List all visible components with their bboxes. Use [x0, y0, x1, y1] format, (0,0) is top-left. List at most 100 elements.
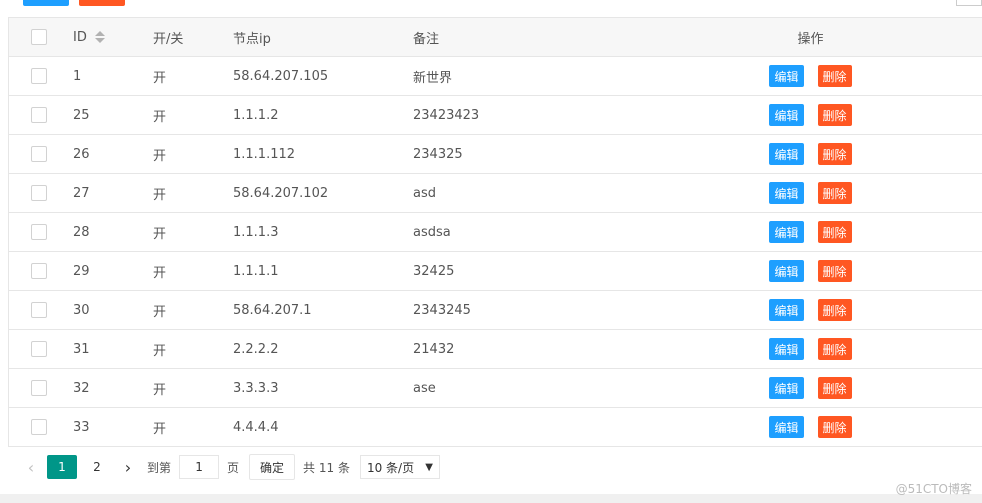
- table-row: 28 开 1.1.1.3 asdsa 编辑 删除: [9, 213, 982, 252]
- edit-button[interactable]: 编辑: [769, 104, 804, 126]
- row-actions: 编辑 删除: [638, 291, 982, 329]
- header-checkbox-cell: [9, 18, 58, 56]
- row-checkbox-cell: [9, 135, 58, 173]
- row-ip: 4.4.4.4: [233, 419, 279, 435]
- confirm-button[interactable]: 确定: [249, 454, 296, 480]
- row-checkbox[interactable]: [30, 68, 47, 84]
- row-actions: 编辑 删除: [638, 252, 982, 290]
- row-checkbox-cell: [9, 57, 58, 95]
- goto-page-input[interactable]: 1: [179, 455, 220, 479]
- edit-button[interactable]: 编辑: [769, 416, 804, 438]
- row-actions: 编辑 删除: [638, 369, 982, 407]
- edit-button[interactable]: 编辑: [769, 182, 804, 204]
- row-id: 25: [73, 107, 90, 123]
- table-row: 29 开 1.1.1.1 32425 编辑 删除: [9, 252, 982, 291]
- edit-button[interactable]: 编辑: [769, 338, 804, 360]
- edit-button[interactable]: 编辑: [769, 260, 804, 282]
- row-checkbox[interactable]: [30, 185, 47, 201]
- header-id[interactable]: ID: [58, 18, 138, 56]
- delete-button[interactable]: 删除: [817, 416, 852, 438]
- row-checkbox[interactable]: [30, 380, 47, 396]
- top-add-button[interactable]: [23, 0, 69, 6]
- row-note: asdsa: [413, 224, 451, 240]
- table-row: 30 开 58.64.207.1 2343245 编辑 删除: [9, 291, 982, 330]
- top-right-toolbar[interactable]: [956, 0, 982, 6]
- delete-button[interactable]: 删除: [817, 338, 852, 360]
- page-1-button[interactable]: 1: [47, 455, 77, 479]
- row-id: 28: [73, 224, 90, 240]
- header-ops: 操作: [797, 31, 824, 47]
- row-id: 29: [73, 263, 90, 279]
- row-switch: 开: [153, 70, 167, 86]
- row-switch: 开: [153, 187, 167, 203]
- row-checkbox-cell: [9, 213, 58, 251]
- edit-button[interactable]: 编辑: [769, 65, 804, 87]
- row-actions: 编辑 删除: [638, 174, 982, 212]
- per-page-select[interactable]: 10 条/页 ▼: [359, 455, 440, 479]
- row-checkbox[interactable]: [30, 302, 47, 318]
- delete-button[interactable]: 删除: [817, 65, 852, 87]
- row-switch: 开: [153, 265, 167, 281]
- row-switch: 开: [153, 109, 167, 125]
- delete-button[interactable]: 删除: [817, 299, 852, 321]
- row-actions: 编辑 删除: [638, 408, 982, 446]
- row-checkbox-cell: [9, 174, 58, 212]
- goto-label: 到第: [147, 460, 172, 475]
- row-checkbox[interactable]: [30, 107, 47, 123]
- page-2-button[interactable]: 2: [82, 455, 112, 479]
- select-all-checkbox[interactable]: [30, 29, 47, 45]
- table-row: 32 开 3.3.3.3 ase 编辑 删除: [9, 369, 982, 408]
- row-checkbox-cell: [9, 96, 58, 134]
- edit-button[interactable]: 编辑: [769, 221, 804, 243]
- row-note: 23423423: [413, 107, 480, 123]
- row-switch: 开: [153, 343, 167, 359]
- row-ip: 1.1.1.1: [233, 263, 279, 279]
- edit-button[interactable]: 编辑: [769, 377, 804, 399]
- row-checkbox-cell: [9, 369, 58, 407]
- next-page-icon[interactable]: ›: [117, 456, 139, 478]
- row-ip: 58.64.207.102: [233, 185, 329, 201]
- row-checkbox[interactable]: [30, 341, 47, 357]
- delete-button[interactable]: 删除: [817, 260, 852, 282]
- table-header: ID 开/关 节点ip 备注 操作: [9, 18, 982, 57]
- row-id: 27: [73, 185, 90, 201]
- top-delete-button[interactable]: [79, 0, 125, 6]
- row-checkbox[interactable]: [30, 419, 47, 435]
- header-ip: 节点ip: [233, 31, 271, 47]
- row-checkbox-cell: [9, 252, 58, 290]
- row-checkbox[interactable]: [30, 146, 47, 162]
- row-id: 26: [73, 146, 90, 162]
- delete-button[interactable]: 删除: [817, 104, 852, 126]
- row-id: 30: [73, 302, 90, 318]
- row-checkbox-cell: [9, 408, 58, 446]
- row-checkbox[interactable]: [30, 224, 47, 240]
- row-actions: 编辑 删除: [638, 57, 982, 95]
- delete-button[interactable]: 删除: [817, 377, 852, 399]
- row-switch: 开: [153, 226, 167, 242]
- row-note: ase: [413, 380, 436, 396]
- row-note: asd: [413, 185, 436, 201]
- data-table: ID 开/关 节点ip 备注 操作 1 开 58.64.207.105 新世界 …: [8, 17, 982, 447]
- prev-page-icon[interactable]: ‹: [20, 456, 42, 478]
- total-count: 共 11 条: [303, 460, 350, 475]
- row-switch: 开: [153, 382, 167, 398]
- delete-button[interactable]: 删除: [817, 182, 852, 204]
- page-suffix: 页: [227, 460, 240, 475]
- edit-button[interactable]: 编辑: [769, 143, 804, 165]
- bottom-scrollbar[interactable]: [0, 494, 982, 503]
- row-note: 21432: [413, 341, 455, 357]
- row-id: 33: [73, 419, 90, 435]
- row-checkbox[interactable]: [30, 263, 47, 279]
- sort-icon[interactable]: [94, 31, 105, 43]
- delete-button[interactable]: 删除: [817, 221, 852, 243]
- row-note: 新世界: [413, 70, 453, 86]
- row-ip: 2.2.2.2: [233, 341, 279, 357]
- row-actions: 编辑 删除: [638, 330, 982, 368]
- delete-button[interactable]: 删除: [817, 143, 852, 165]
- row-actions: 编辑 删除: [638, 213, 982, 251]
- row-note: 2343245: [413, 302, 471, 318]
- row-ip: 58.64.207.105: [233, 68, 329, 84]
- row-ip: 1.1.1.3: [233, 224, 279, 240]
- row-note: [398, 408, 638, 446]
- edit-button[interactable]: 编辑: [769, 299, 804, 321]
